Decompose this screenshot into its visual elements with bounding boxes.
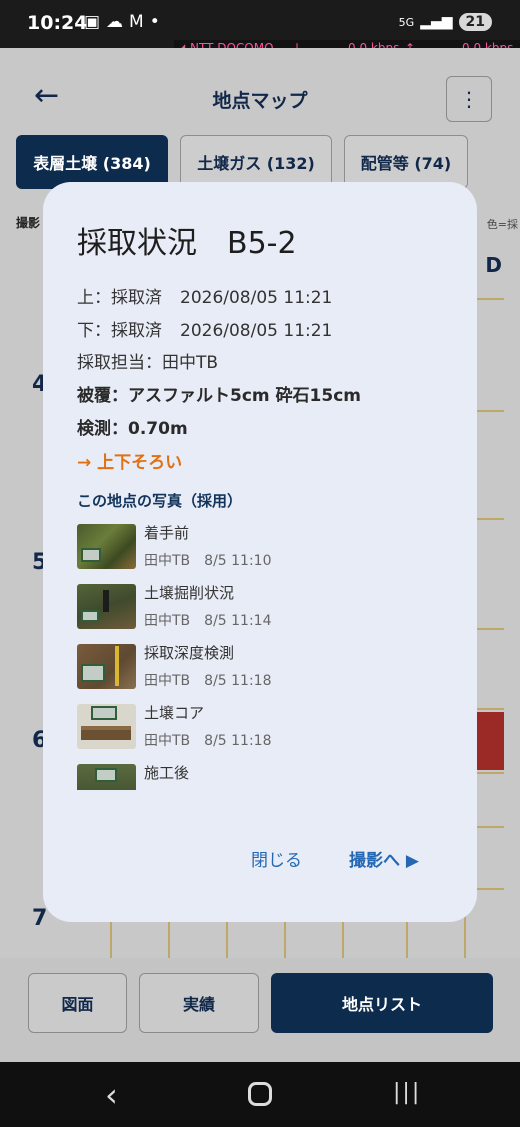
photo-item[interactable]: 施工後 [77, 762, 457, 790]
row-label-7: 7 [32, 906, 48, 931]
battery-badge: 21 [458, 13, 492, 31]
photo-item[interactable]: 採取深度検測 田中TB 8/5 11:18 [77, 642, 457, 690]
system-nav-bar: ‹ ||| [0, 1062, 520, 1127]
nav-home-icon[interactable] [248, 1082, 272, 1106]
photo-thumbnail-image [81, 548, 101, 562]
photo-thumbnail-image [95, 768, 117, 782]
sampling-person: 採取担当：田中TB [77, 353, 219, 373]
dialog-title-text: 採取状況 [77, 226, 197, 261]
point-list-button[interactable]: 地点リスト [271, 973, 493, 1033]
photo-meta: 田中TB 8/5 11:18 [144, 670, 271, 690]
photo-thumbnail-image [81, 706, 131, 740]
go-to-shoot-button[interactable]: 撮影へ ▶ [349, 846, 419, 871]
upper-status-label: 上：採取済 [77, 288, 162, 308]
cover-info: 被覆：アスファルト5cm 砕石15cm [77, 386, 361, 406]
photo-name: 土壌掘削状況 [144, 584, 235, 602]
photo-name: 着手前 [144, 524, 190, 542]
lower-status-datetime: 2026/08/05 11:21 [180, 321, 333, 341]
photo-name: 土壌コア [144, 704, 205, 722]
photo-thumbnail[interactable] [77, 524, 136, 569]
network-type: 5G [398, 15, 415, 29]
photo-time: 8/5 11:18 [204, 733, 272, 749]
notification-icons: ▣☁M• [84, 12, 166, 32]
app-header: ← 地点マップ ⋮ [0, 58, 520, 128]
photo-thumbnail[interactable] [77, 704, 136, 749]
photo-time: 8/5 11:18 [204, 673, 272, 689]
more-menu-button[interactable]: ⋮ [446, 76, 492, 122]
status-right: 5G ▂▄▆ 21 [399, 13, 492, 31]
photo-meta: 田中TB 8/5 11:14 [144, 610, 271, 630]
photo-name: 採取深度検測 [144, 644, 235, 662]
results-button[interactable]: 実績 [139, 973, 259, 1033]
nav-back-icon[interactable]: ‹ [105, 1076, 118, 1114]
tab-piping[interactable]: 配管等 (74) [344, 135, 468, 189]
tab-soil-gas[interactable]: 土壌ガス (132) [180, 135, 332, 189]
aligned-note: → 上下そろい [77, 453, 183, 473]
photo-meta: 田中TB 8/5 11:18 [144, 730, 271, 750]
photo-thumbnail[interactable] [77, 644, 136, 689]
photo-item[interactable]: 着手前 田中TB 8/5 11:10 [77, 522, 457, 570]
column-label: D [485, 253, 502, 277]
point-code: B5-2 [227, 226, 297, 261]
photo-author: 田中TB [144, 553, 191, 569]
photo-thumbnail[interactable] [77, 764, 136, 790]
signal-icon: ▂▄▆ [420, 14, 453, 30]
photo-meta: 田中TB 8/5 11:10 [144, 550, 271, 570]
lower-status: 下：採取済 2026/08/05 11:21 [77, 316, 332, 341]
photo-list[interactable]: 着手前 田中TB 8/5 11:10 土壌掘削状況 田中TB 8/5 11:14 採… [77, 522, 457, 790]
status-time: 10:24 [27, 12, 88, 34]
bottom-action-bar: 図面 実績 地点リスト [0, 958, 520, 1062]
photos-heading: この地点の写真（採用） [77, 492, 243, 510]
photo-item[interactable]: 土壌コア 田中TB 8/5 11:18 [77, 702, 457, 750]
photo-author: 田中TB [144, 613, 191, 629]
page-title: 地点マップ [212, 90, 308, 112]
photo-time: 8/5 11:14 [204, 613, 272, 629]
photo-name: 施工後 [144, 764, 190, 782]
sampling-status-dialog: 採取状況 B5-2 上：採取済 2026/08/05 11:21 下：採取済 2026… [43, 182, 477, 922]
dialog-title: 採取状況 B5-2 [77, 218, 297, 262]
side-label: 撮影 [16, 216, 41, 230]
photo-thumbnail[interactable] [77, 584, 136, 629]
photo-author: 田中TB [144, 733, 191, 749]
legend-hint: 色=採 [486, 218, 518, 231]
close-button[interactable]: 閉じる [251, 846, 302, 871]
tab-surface-soil[interactable]: 表層土壌 (384) [16, 135, 168, 189]
upper-status-datetime: 2026/08/05 11:21 [180, 288, 333, 308]
map-cell-highlight[interactable] [474, 712, 504, 770]
lower-status-label: 下：採取済 [77, 321, 162, 341]
photo-author: 田中TB [144, 673, 191, 689]
depth-info: 検測：0.70m [77, 419, 188, 439]
nav-recents-icon[interactable]: ||| [393, 1080, 421, 1105]
photo-thumbnail-image [81, 590, 109, 622]
drawing-button[interactable]: 図面 [28, 973, 127, 1033]
photo-item[interactable]: 土壌掘削状況 田中TB 8/5 11:14 [77, 582, 457, 630]
upper-status: 上：採取済 2026/08/05 11:21 [77, 283, 332, 308]
photo-thumbnail-image [81, 646, 119, 686]
photo-time: 8/5 11:10 [204, 553, 272, 569]
